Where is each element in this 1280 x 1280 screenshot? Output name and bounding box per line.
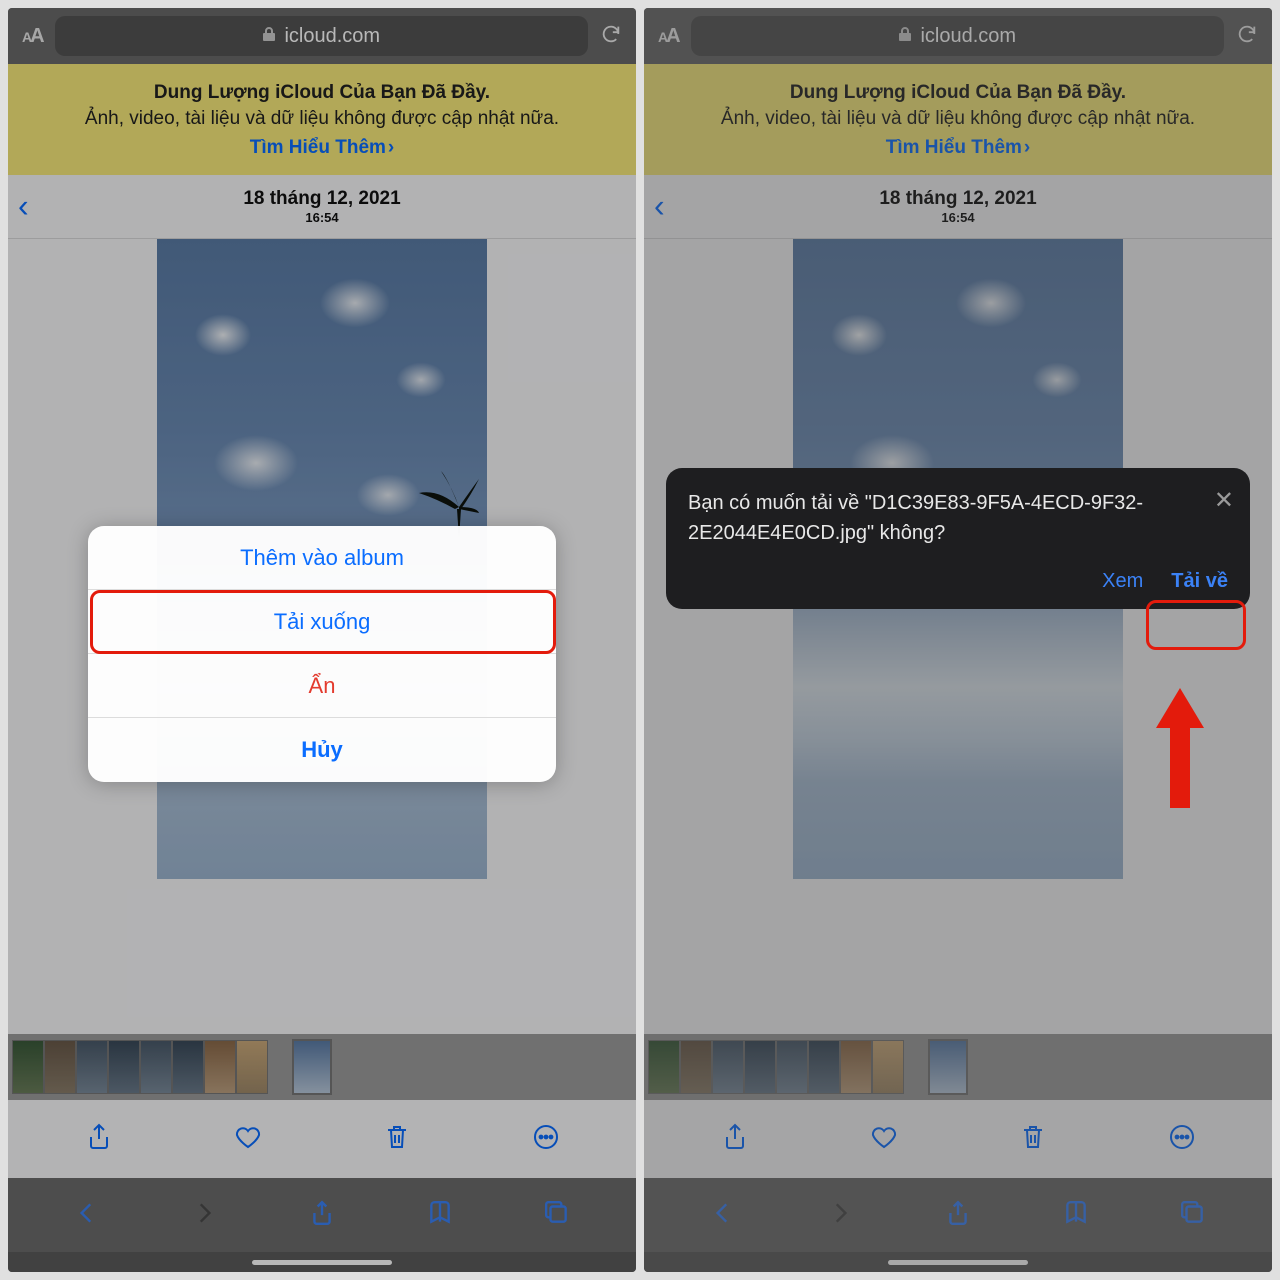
nav-bookmarks-icon[interactable]	[427, 1200, 453, 1231]
share-icon[interactable]	[721, 1123, 749, 1156]
more-icon[interactable]	[1168, 1123, 1196, 1156]
trash-icon[interactable]	[383, 1123, 411, 1156]
thumbnail[interactable]	[172, 1040, 204, 1094]
nav-back-icon[interactable]	[74, 1200, 100, 1231]
phone-right: AA icloud.com Dung Lượng iCloud Của Bạn …	[644, 8, 1272, 1272]
thumbnail[interactable]	[680, 1040, 712, 1094]
thumbnail[interactable]	[12, 1040, 44, 1094]
phone-left: AA icloud.com Dung Lượng iCloud Của Bạn …	[8, 8, 636, 1272]
thumbnail-strip[interactable]	[8, 1034, 636, 1100]
reload-icon[interactable]	[1236, 23, 1258, 50]
thumbnail[interactable]	[776, 1040, 808, 1094]
banner-title: Dung Lượng iCloud Của Bạn Đã Đầy.	[30, 80, 614, 106]
url-box[interactable]: icloud.com	[691, 16, 1224, 56]
thumbnail[interactable]	[108, 1040, 140, 1094]
nav-bookmarks-icon[interactable]	[1063, 1200, 1089, 1231]
photo-toolbar	[8, 1100, 636, 1178]
nav-tabs-icon[interactable]	[1180, 1200, 1206, 1231]
photo-header: ‹ 18 tháng 12, 2021 16:54	[644, 175, 1272, 239]
action-cancel[interactable]: Hủy	[88, 718, 556, 782]
banner-learn-more-link[interactable]: Tìm Hiểu Thêm›	[30, 135, 614, 161]
photo-header: ‹ 18 tháng 12, 2021 16:54	[8, 175, 636, 239]
banner-title: Dung Lượng iCloud Của Bạn Đã Đầy.	[666, 80, 1250, 106]
action-hide[interactable]: Ẩn	[88, 654, 556, 718]
thumbnail[interactable]	[44, 1040, 76, 1094]
download-prompt-text: Bạn có muốn tải về "D1C39E83-9F5A-4ECD-9…	[688, 488, 1163, 548]
action-sheet: Thêm vào album Tải xuống Ẩn Hủy	[88, 526, 556, 782]
thumbnail[interactable]	[808, 1040, 840, 1094]
lock-icon	[898, 25, 912, 48]
safari-nav-bar	[644, 1178, 1272, 1252]
photo-toolbar	[644, 1100, 1272, 1178]
home-indicator	[644, 1252, 1272, 1272]
safari-address-bar: AA icloud.com	[8, 8, 636, 64]
nav-forward-icon	[191, 1200, 217, 1231]
action-add-to-album[interactable]: Thêm vào album	[88, 526, 556, 590]
url-box[interactable]: icloud.com	[55, 16, 588, 56]
banner-learn-more-link[interactable]: Tìm Hiểu Thêm›	[666, 135, 1250, 161]
photo-date: 18 tháng 12, 2021	[879, 188, 1036, 210]
photo-viewer[interactable]	[644, 239, 1272, 1034]
nav-share-icon[interactable]	[309, 1200, 335, 1231]
banner-subtitle: Ảnh, video, tài liệu và dữ liệu không đư…	[30, 106, 614, 132]
thumbnail[interactable]	[236, 1040, 268, 1094]
reload-icon[interactable]	[600, 23, 622, 50]
thumbnail[interactable]	[840, 1040, 872, 1094]
thumbnail[interactable]	[872, 1040, 904, 1094]
share-icon[interactable]	[85, 1123, 113, 1156]
nav-back-icon[interactable]	[710, 1200, 736, 1231]
action-download[interactable]: Tải xuống	[88, 590, 556, 654]
back-icon[interactable]: ‹	[654, 188, 665, 225]
safari-address-bar: AA icloud.com	[644, 8, 1272, 64]
banner-subtitle: Ảnh, video, tài liệu và dữ liệu không đư…	[666, 106, 1250, 132]
thumbnail[interactable]	[204, 1040, 236, 1094]
nav-tabs-icon[interactable]	[544, 1200, 570, 1231]
thumbnail-selected[interactable]	[928, 1039, 968, 1095]
storage-full-banner: Dung Lượng iCloud Của Bạn Đã Đầy. Ảnh, v…	[644, 64, 1272, 175]
more-icon[interactable]	[532, 1123, 560, 1156]
nav-forward-icon	[827, 1200, 853, 1231]
thumbnail[interactable]	[140, 1040, 172, 1094]
text-size-button[interactable]: AA	[658, 25, 679, 48]
thumbnail[interactable]	[712, 1040, 744, 1094]
nav-share-icon[interactable]	[945, 1200, 971, 1231]
thumbnail-strip[interactable]	[644, 1034, 1272, 1100]
thumbnail[interactable]	[744, 1040, 776, 1094]
heart-icon[interactable]	[870, 1123, 898, 1156]
back-icon[interactable]: ‹	[18, 188, 29, 225]
url-domain: icloud.com	[920, 25, 1016, 48]
close-icon[interactable]: ✕	[1214, 486, 1234, 515]
thumbnail-selected[interactable]	[292, 1039, 332, 1095]
home-indicator	[8, 1252, 636, 1272]
thumbnail[interactable]	[76, 1040, 108, 1094]
download-confirm-button[interactable]: Tải về	[1171, 570, 1228, 593]
photo-time: 16:54	[305, 210, 338, 225]
text-size-button[interactable]: AA	[22, 25, 43, 48]
download-dialog: Bạn có muốn tải về "D1C39E83-9F5A-4ECD-9…	[666, 468, 1250, 609]
thumbnail[interactable]	[648, 1040, 680, 1094]
photo-date: 18 tháng 12, 2021	[243, 188, 400, 210]
download-view-button[interactable]: Xem	[1102, 570, 1143, 593]
storage-full-banner: Dung Lượng iCloud Của Bạn Đã Đầy. Ảnh, v…	[8, 64, 636, 175]
heart-icon[interactable]	[234, 1123, 262, 1156]
lock-icon	[262, 25, 276, 48]
red-arrow-icon	[1156, 688, 1204, 808]
safari-nav-bar	[8, 1178, 636, 1252]
photo-time: 16:54	[941, 210, 974, 225]
url-domain: icloud.com	[284, 25, 380, 48]
trash-icon[interactable]	[1019, 1123, 1047, 1156]
